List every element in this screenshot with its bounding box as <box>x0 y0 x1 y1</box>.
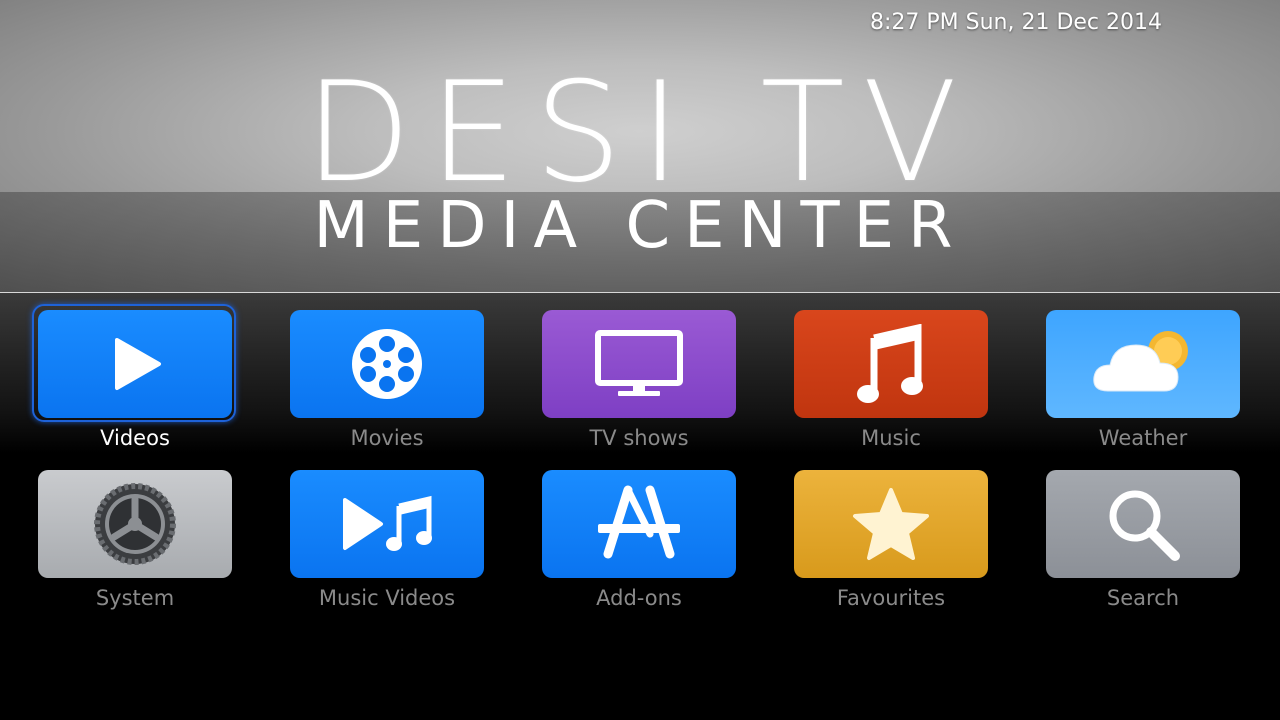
magnifier-icon <box>1109 490 1180 561</box>
gear-icon <box>94 483 176 565</box>
label-favourites: Favourites <box>836 586 946 610</box>
tile-favourites[interactable] <box>794 470 988 578</box>
play-music-icon <box>343 495 432 551</box>
tile-add-ons[interactable] <box>542 470 736 578</box>
tile-movies[interactable] <box>290 310 484 418</box>
label-movies: Movies <box>350 426 424 450</box>
tv-monitor-icon <box>595 330 683 396</box>
tile-videos[interactable] <box>38 310 232 418</box>
app-store-icon <box>598 485 680 559</box>
label-system: System <box>95 586 175 610</box>
label-music: Music <box>861 426 921 450</box>
label-weather: Weather <box>1098 426 1188 450</box>
label-tv-shows: TV shows <box>589 426 689 450</box>
tile-system[interactable] <box>38 470 232 578</box>
cloud-sun-icon <box>1093 331 1188 392</box>
tile-music[interactable] <box>794 310 988 418</box>
label-music-videos: Music Videos <box>318 586 456 610</box>
label-add-ons: Add-ons <box>596 586 682 610</box>
film-reel-icon <box>352 329 422 399</box>
tile-music-videos[interactable] <box>290 470 484 578</box>
tile-weather[interactable] <box>1046 310 1240 418</box>
star-icon <box>853 488 929 560</box>
play-icon <box>115 338 161 390</box>
label-videos: Videos <box>100 426 170 450</box>
tile-tv-shows[interactable] <box>542 310 736 418</box>
label-search: Search <box>1106 586 1180 610</box>
music-note-icon <box>857 324 923 403</box>
home-menu: Videos Movies TV shows Music Weather Sys… <box>0 0 1280 720</box>
tile-search[interactable] <box>1046 470 1240 578</box>
